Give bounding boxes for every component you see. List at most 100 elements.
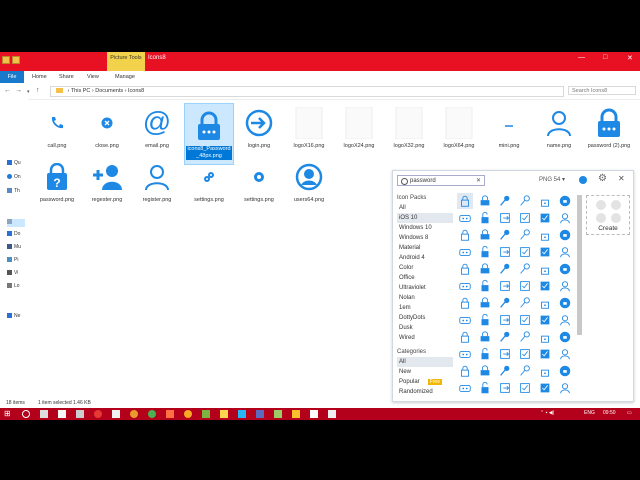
result-icon[interactable]: [457, 363, 473, 379]
clear-search-icon[interactable]: ✕: [476, 176, 481, 187]
result-icon[interactable]: [497, 210, 513, 226]
breadcrumb-documents[interactable]: Documents: [95, 88, 123, 94]
result-icon[interactable]: [457, 380, 473, 396]
nav-item-network[interactable]: Ne: [7, 313, 25, 321]
result-icon[interactable]: [457, 312, 473, 328]
nav-item-pictures[interactable]: Pi: [7, 257, 25, 265]
nav-item-onedrive[interactable]: On: [7, 174, 25, 182]
recent-chevron-icon[interactable]: ▾: [27, 89, 30, 95]
result-icon[interactable]: [457, 278, 473, 294]
result-icon[interactable]: [457, 295, 473, 311]
result-icon[interactable]: [557, 295, 573, 311]
result-icon[interactable]: [557, 312, 573, 328]
result-icon[interactable]: [517, 312, 533, 328]
address-bar[interactable]: › This PC › Documents › Icons8: [50, 86, 564, 97]
result-icon[interactable]: [497, 261, 513, 277]
result-icon[interactable]: [537, 346, 553, 362]
app-icon[interactable]: [310, 410, 318, 418]
file-item[interactable]: call.png: [32, 101, 82, 157]
result-icon[interactable]: [477, 346, 493, 362]
result-icon[interactable]: [557, 193, 573, 209]
file-item[interactable]: login.png: [234, 101, 284, 157]
icon-pack-item[interactable]: Office: [397, 273, 453, 283]
file-item[interactable]: ? password.png: [32, 155, 82, 211]
icon-pack-item[interactable]: iOS 10: [397, 213, 453, 223]
icon-pack-item[interactable]: Windows 8: [397, 233, 453, 243]
category-item[interactable]: New: [397, 367, 453, 377]
icon-pack-item[interactable]: DottyDots: [397, 313, 453, 323]
result-icon[interactable]: [557, 329, 573, 345]
nav-item-videos[interactable]: Vi: [7, 270, 25, 278]
icon-pack-item[interactable]: Ultraviolet: [397, 283, 453, 293]
language-indicator[interactable]: ENG: [584, 410, 595, 416]
result-icon[interactable]: [517, 193, 533, 209]
notification-icon[interactable]: ▭: [627, 410, 632, 416]
file-item[interactable]: logoX32.png: [384, 101, 434, 157]
tab-share[interactable]: Share: [54, 71, 79, 83]
tab-home[interactable]: Home: [27, 71, 52, 83]
app-icon[interactable]: [292, 410, 300, 418]
file-item[interactable]: name.png: [534, 101, 584, 157]
breadcrumb-icons8[interactable]: Icons8: [128, 88, 144, 94]
result-icon[interactable]: [517, 261, 533, 277]
result-icon[interactable]: [457, 227, 473, 243]
result-icon[interactable]: [497, 295, 513, 311]
quick-access-toolbar[interactable]: [2, 56, 42, 66]
app-icon[interactable]: [166, 410, 174, 418]
file-item[interactable]: logoX64.png: [434, 101, 484, 157]
app-icon[interactable]: [274, 410, 282, 418]
result-icon[interactable]: [457, 210, 473, 226]
result-icon[interactable]: [517, 227, 533, 243]
file-item[interactable]: register.png: [132, 155, 182, 211]
file-item[interactable]: settings.png: [184, 155, 234, 211]
file-item[interactable]: users64.png: [284, 155, 334, 211]
app-icon[interactable]: [58, 410, 66, 418]
start-windows-icon[interactable]: ⊞: [4, 410, 12, 418]
tray-icons[interactable]: ⌃ ▪ ◀): [540, 410, 554, 416]
result-icon[interactable]: [477, 244, 493, 260]
result-icon[interactable]: [477, 210, 493, 226]
app-icon[interactable]: [184, 410, 192, 418]
result-icon[interactable]: [497, 244, 513, 260]
result-icon[interactable]: [537, 193, 553, 209]
gear-icon[interactable]: ⚙: [598, 174, 607, 184]
result-icon[interactable]: [477, 329, 493, 345]
nav-item-local-disk[interactable]: Lo: [7, 283, 25, 291]
result-icon[interactable]: [537, 278, 553, 294]
result-icon[interactable]: [537, 244, 553, 260]
result-icon[interactable]: [457, 261, 473, 277]
file-item[interactable]: logoX24.png: [334, 101, 384, 157]
result-icon[interactable]: [537, 210, 553, 226]
result-icon[interactable]: [477, 312, 493, 328]
minimize-button[interactable]: —: [578, 54, 585, 61]
nav-item-music[interactable]: Mu: [7, 244, 25, 252]
up-arrow-icon[interactable]: ↑: [36, 87, 40, 94]
result-icon[interactable]: [537, 227, 553, 243]
icon-pack-item[interactable]: Material: [397, 243, 453, 253]
result-icon[interactable]: [457, 346, 473, 362]
nav-item-this-pc[interactable]: Th: [7, 188, 25, 196]
icon-pack-item[interactable]: Color: [397, 263, 453, 273]
result-icon[interactable]: [557, 346, 573, 362]
result-icon[interactable]: [557, 363, 573, 379]
result-icon[interactable]: [477, 261, 493, 277]
result-icon[interactable]: [517, 380, 533, 396]
result-icon[interactable]: [477, 380, 493, 396]
app-icon[interactable]: [202, 410, 210, 418]
create-button[interactable]: Create: [586, 195, 630, 235]
result-icon[interactable]: [557, 227, 573, 243]
icon-pack-item[interactable]: 1em: [397, 303, 453, 313]
result-icon[interactable]: [457, 329, 473, 345]
result-icon[interactable]: [457, 244, 473, 260]
tab-manage[interactable]: Manage: [110, 71, 140, 83]
result-icon[interactable]: [497, 346, 513, 362]
result-icon[interactable]: [477, 363, 493, 379]
file-item[interactable]: close.png: [82, 101, 132, 157]
result-icon[interactable]: [557, 278, 573, 294]
result-icon[interactable]: [517, 329, 533, 345]
back-arrow-icon[interactable]: ←: [4, 87, 11, 94]
result-icon[interactable]: [517, 244, 533, 260]
category-item[interactable]: Popular Free: [397, 377, 453, 387]
properties-icon[interactable]: [12, 56, 20, 64]
result-icon[interactable]: [557, 261, 573, 277]
